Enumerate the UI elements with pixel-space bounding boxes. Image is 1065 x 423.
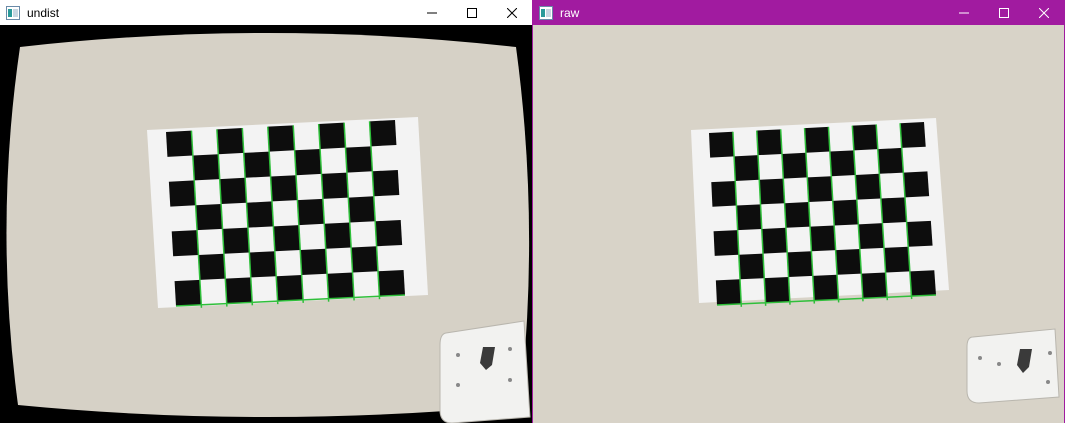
checker-square — [880, 197, 907, 224]
checker-square — [852, 124, 878, 151]
checker-square — [378, 270, 405, 297]
checker-square — [294, 148, 322, 176]
checker-square — [324, 222, 352, 249]
checker-square — [345, 146, 373, 173]
title-bar[interactable]: raw — [533, 0, 1064, 25]
checker-square — [270, 175, 298, 202]
checker-square — [318, 122, 346, 149]
checker-square — [877, 147, 904, 174]
checker-square — [756, 129, 782, 156]
minimize-button[interactable] — [944, 0, 984, 25]
close-button[interactable] — [1024, 0, 1064, 25]
checker-square — [900, 122, 926, 148]
checker-square — [267, 125, 295, 152]
checker-square — [804, 126, 830, 153]
checker-square — [807, 176, 833, 203]
checker-square — [734, 155, 760, 181]
title-bar[interactable]: undist — [0, 0, 532, 25]
checker-square — [906, 220, 933, 247]
checker-square — [321, 172, 349, 199]
checker-square — [861, 272, 888, 299]
maximize-icon — [467, 7, 477, 18]
checker-square — [829, 150, 856, 177]
minimize-icon — [427, 12, 437, 13]
wall-switch — [966, 328, 1060, 404]
checker-square — [168, 180, 196, 207]
close-icon — [507, 7, 517, 18]
checker-square — [348, 196, 376, 223]
checker-square — [832, 199, 859, 226]
checker-square — [903, 171, 930, 198]
checker-square — [249, 251, 277, 278]
image-canvas-undistorted — [0, 25, 532, 423]
checker-square — [216, 128, 244, 155]
checker-square — [375, 220, 403, 247]
close-icon — [1039, 7, 1049, 18]
checker-square — [225, 277, 253, 304]
checker-square — [736, 204, 762, 231]
checker-square — [369, 120, 397, 147]
checker-square — [300, 248, 328, 275]
checker-square — [166, 130, 193, 157]
checker-square — [246, 201, 274, 228]
checker-square — [171, 230, 199, 257]
checker-square — [222, 227, 250, 254]
maximize-button[interactable] — [984, 0, 1024, 25]
checker-square — [884, 246, 911, 273]
wall-switch — [439, 320, 531, 423]
checker-square — [273, 225, 301, 252]
checker-square — [787, 251, 813, 278]
checker-square — [327, 272, 355, 299]
checker-square — [219, 177, 247, 204]
minimize-button[interactable] — [412, 0, 452, 25]
image-canvas-raw — [533, 25, 1064, 423]
minimize-icon — [959, 12, 969, 13]
checker-square — [715, 279, 742, 305]
checker-square — [351, 246, 379, 273]
checker-square — [784, 202, 811, 228]
checker-square — [764, 277, 790, 303]
checker-square — [243, 151, 271, 178]
checker-square — [759, 178, 785, 205]
checker-square — [810, 225, 836, 252]
checker-square — [855, 173, 881, 200]
close-button[interactable] — [492, 0, 532, 25]
maximize-icon — [999, 7, 1009, 18]
checker-square — [297, 198, 325, 226]
checker-square — [276, 274, 304, 302]
checker-square — [910, 270, 936, 297]
raw-window: raw — [532, 0, 1065, 423]
undistorted-image — [6, 33, 531, 423]
checker-square — [709, 131, 735, 158]
checker-square — [738, 253, 765, 280]
app-icon — [6, 5, 20, 20]
checker-square — [812, 274, 839, 301]
checker-square — [711, 180, 737, 207]
window-title: raw — [560, 5, 580, 20]
maximize-button[interactable] — [452, 0, 492, 25]
undist-window: undist — [0, 0, 532, 423]
window-title: undist — [27, 5, 60, 20]
checker-square — [192, 154, 220, 181]
checker-square — [761, 227, 788, 254]
app-icon — [539, 5, 553, 20]
checker-square — [372, 170, 400, 197]
raw-image — [533, 25, 1064, 423]
checker-square — [835, 249, 862, 275]
checker-square — [858, 223, 885, 249]
checker-square — [713, 230, 739, 256]
checker-square — [195, 204, 223, 231]
checker-square — [782, 152, 808, 179]
checker-square — [198, 253, 226, 280]
checker-square — [174, 279, 202, 306]
